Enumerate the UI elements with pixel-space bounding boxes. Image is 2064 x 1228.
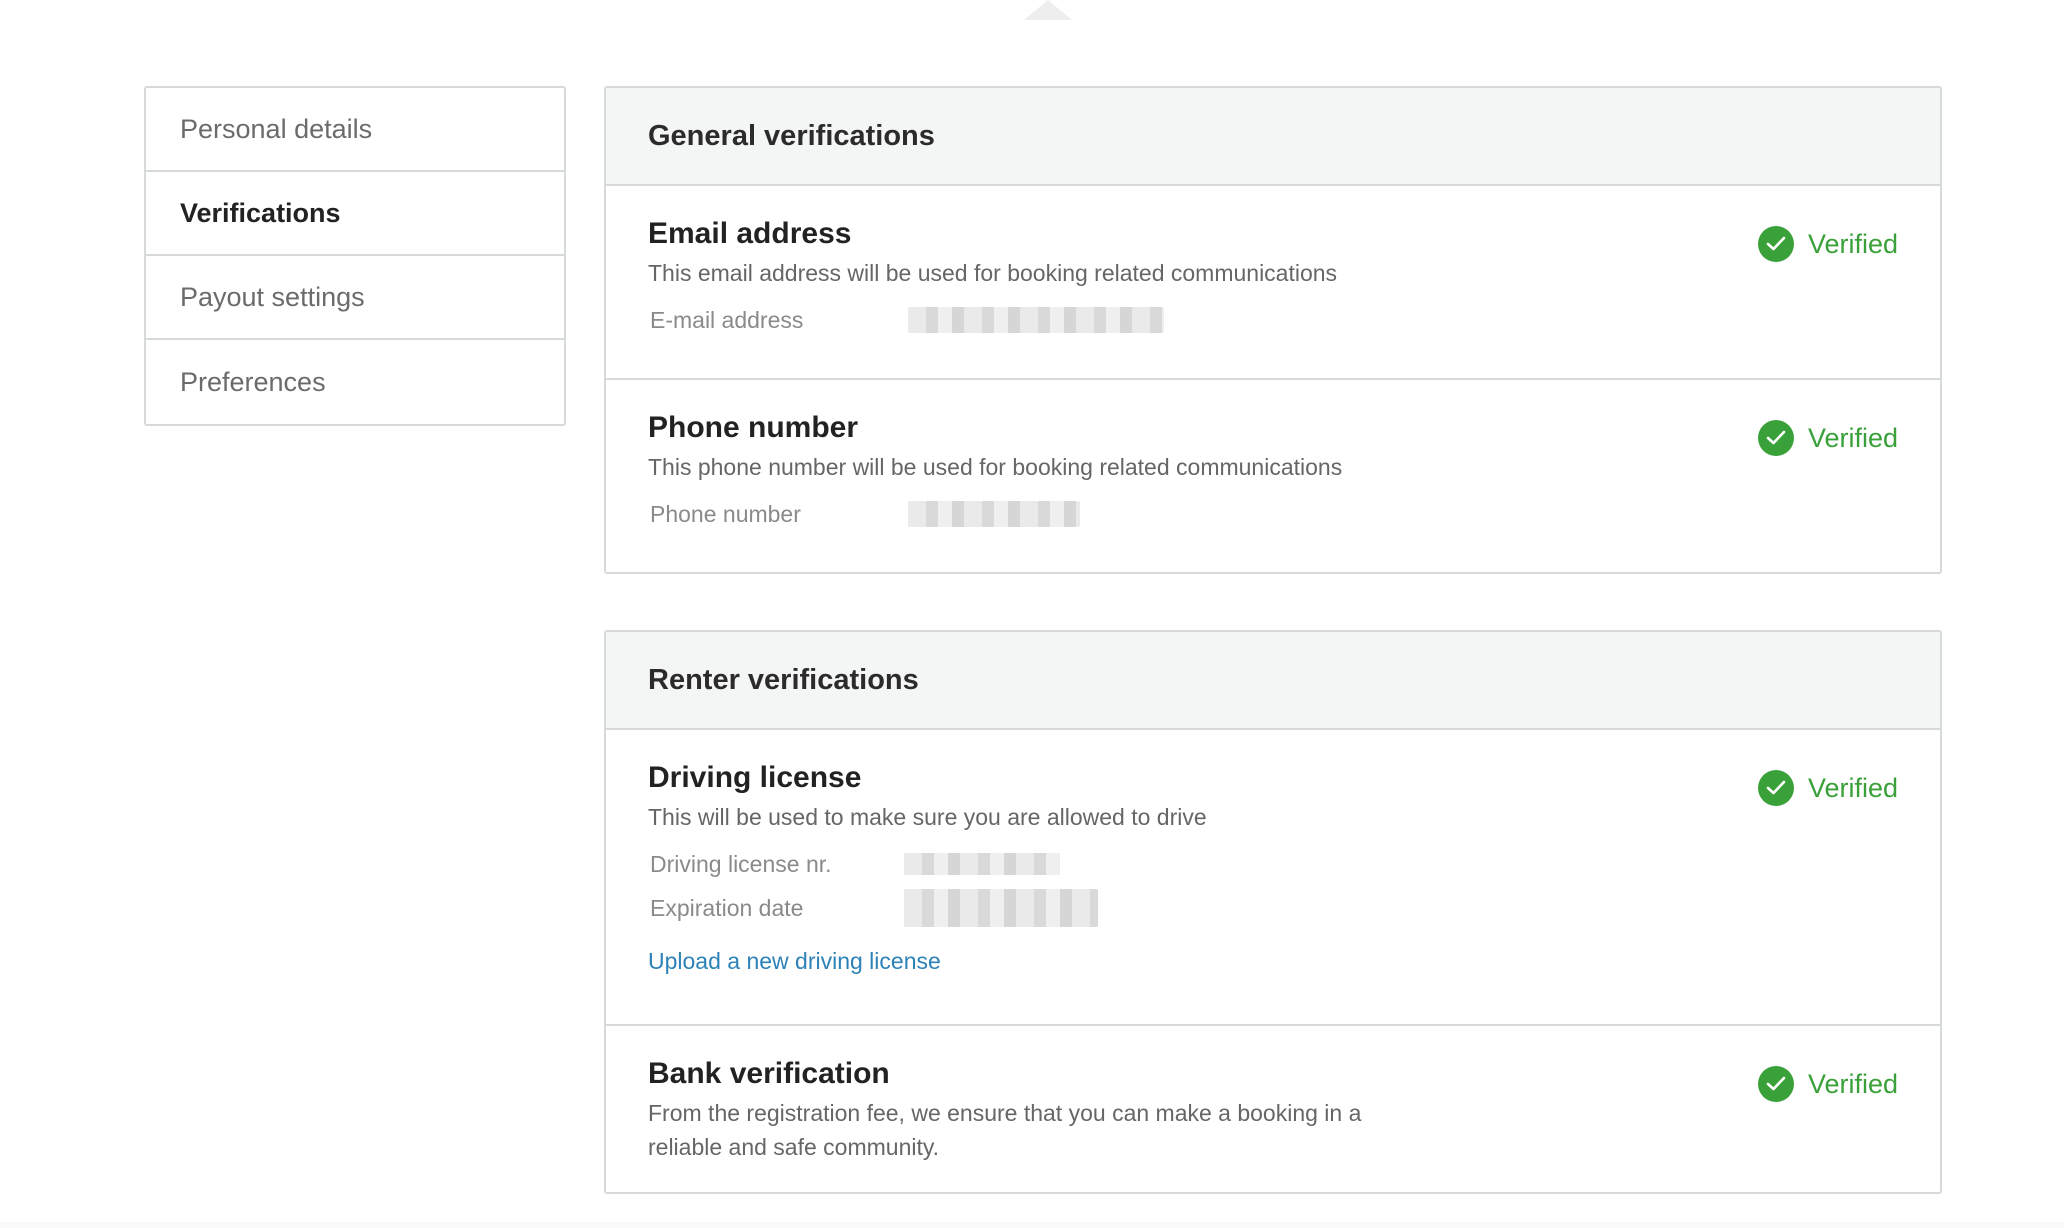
sidebar-item-preferences[interactable]: Preferences bbox=[146, 340, 564, 424]
phone-field-row: Phone number bbox=[648, 496, 1898, 532]
redacted-license-number bbox=[904, 853, 1060, 875]
section-description-line2: reliable and safe community. bbox=[648, 1134, 940, 1160]
field-label: Phone number bbox=[650, 500, 801, 527]
field-label: E-mail address bbox=[650, 306, 804, 333]
email-field-row: E-mail address bbox=[648, 302, 1898, 338]
status-text: Verified bbox=[1807, 422, 1898, 453]
status-text: Verified bbox=[1807, 772, 1898, 803]
panel-title: General verifications bbox=[606, 88, 1940, 186]
field-label: Driving license nr. bbox=[650, 850, 832, 877]
page-bottom-edge bbox=[0, 1222, 2064, 1228]
panel-title: Renter verifications bbox=[606, 632, 1940, 730]
section-title: Phone number bbox=[648, 411, 859, 444]
section-description: This email address will be used for book… bbox=[648, 260, 1338, 286]
renter-verifications-panel: Renter verifications Driving license Thi… bbox=[604, 630, 1942, 1194]
verified-badge: Verified bbox=[1757, 420, 1898, 456]
section-title: Email address bbox=[648, 217, 852, 250]
upload-driving-license-link[interactable]: Upload a new driving license bbox=[648, 948, 941, 975]
driving-license-section: Driving license This will be used to mak… bbox=[606, 730, 1940, 1026]
field-label: Expiration date bbox=[650, 894, 804, 921]
redacted-expiration-date bbox=[904, 889, 1098, 927]
email-verification-section: Email address This email address will be… bbox=[606, 186, 1940, 380]
section-description: This will be used to make sure you are a… bbox=[648, 804, 1207, 830]
sidebar-item-verifications[interactable]: Verifications bbox=[146, 172, 564, 256]
sidebar-item-label: Verifications bbox=[180, 197, 341, 228]
verified-badge: Verified bbox=[1757, 770, 1898, 806]
section-title: Driving license bbox=[648, 761, 862, 794]
sidebar-item-personal-details[interactable]: Personal details bbox=[146, 88, 564, 172]
verified-badge: Verified bbox=[1757, 1066, 1898, 1102]
bank-verification-section: Bank verification From the registration … bbox=[606, 1026, 1940, 1194]
check-circle-icon bbox=[1757, 420, 1794, 456]
check-circle-icon bbox=[1757, 1066, 1794, 1102]
redacted-email-value bbox=[908, 307, 1164, 333]
license-number-row: Driving license nr. bbox=[648, 846, 1898, 882]
status-text: Verified bbox=[1807, 228, 1898, 259]
phone-verification-section: Phone number This phone number will be u… bbox=[606, 380, 1940, 572]
section-description: This phone number will be used for booki… bbox=[648, 454, 1343, 480]
sidebar-item-label: Personal details bbox=[180, 113, 373, 144]
sidebar-item-label: Preferences bbox=[180, 366, 326, 397]
check-circle-icon bbox=[1757, 770, 1794, 806]
expiration-date-row: Expiration date bbox=[648, 889, 1898, 927]
sidebar-item-label: Payout settings bbox=[180, 281, 365, 312]
sidebar-item-payout-settings[interactable]: Payout settings bbox=[146, 256, 564, 340]
section-description-line1: From the registration fee, we ensure tha… bbox=[648, 1100, 1362, 1126]
verified-badge: Verified bbox=[1757, 226, 1898, 262]
general-verifications-panel: General verifications Email address This… bbox=[604, 86, 1942, 574]
redacted-phone-value bbox=[908, 501, 1080, 527]
settings-sidebar: Personal details Verifications Payout se… bbox=[144, 86, 566, 426]
check-circle-icon bbox=[1757, 226, 1794, 262]
status-text: Verified bbox=[1807, 1068, 1898, 1099]
section-title: Bank verification bbox=[648, 1057, 890, 1090]
caret-up-icon bbox=[1024, 0, 1072, 20]
